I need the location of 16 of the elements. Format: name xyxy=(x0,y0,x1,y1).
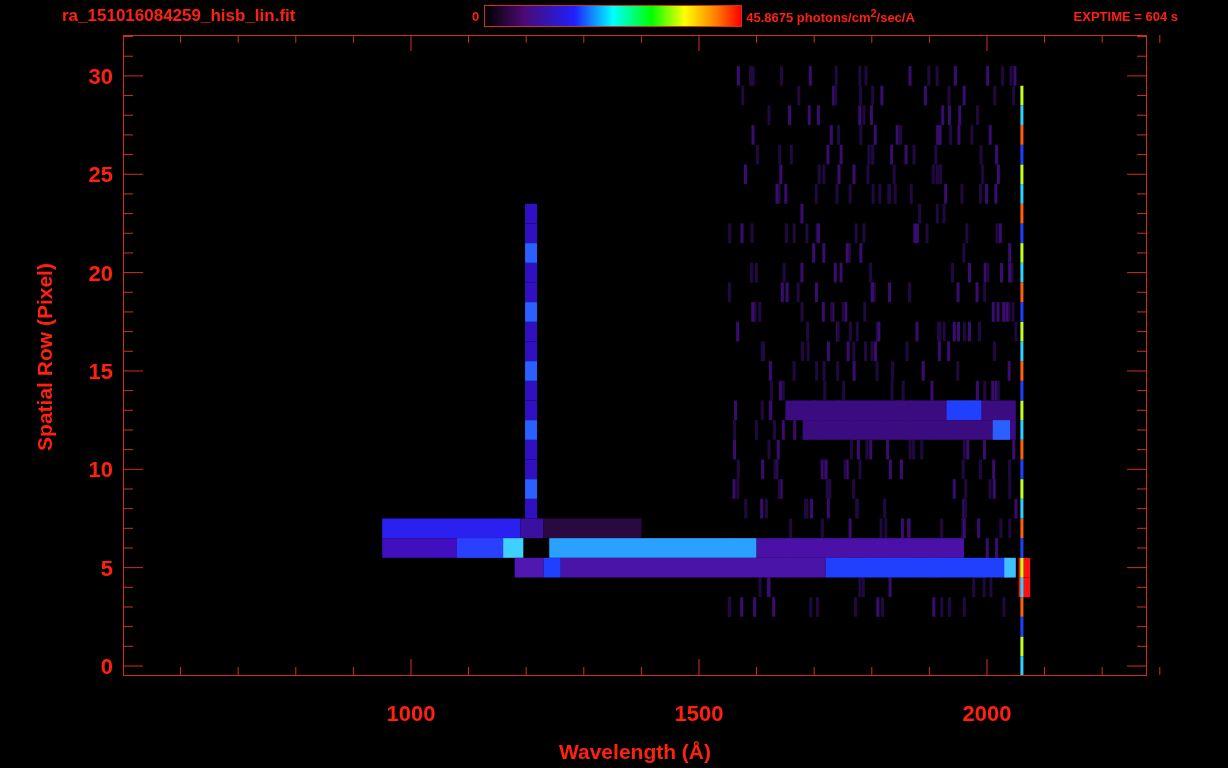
y-tick-label: 0 xyxy=(100,654,113,679)
y-tick-label: 5 xyxy=(100,555,113,581)
x-tick-label: 1000 xyxy=(386,701,436,726)
y-tick-label: 25 xyxy=(88,162,113,188)
file-name: ra_151016084259_hisb_lin.fit xyxy=(62,6,297,26)
scale-min-label: 0 xyxy=(472,8,480,24)
y-tick-label: 10 xyxy=(88,457,113,483)
y-tick-label: 15 xyxy=(88,358,113,384)
exposure-time: EXPTIME = 604 s xyxy=(1073,8,1178,24)
x-tick-label: 1500 xyxy=(674,701,724,726)
x-tick-label: 2000 xyxy=(962,701,1012,726)
scale-max-label: 45.8675 photons/cm$^{2}$/sec/A xyxy=(746,6,915,26)
y-tick-label: 30 xyxy=(88,63,113,89)
x-axis-title: Wavelength (Å) xyxy=(558,740,712,763)
y-tick-label: 20 xyxy=(88,260,113,286)
y-axis-title: Spatial Row (Pixel) xyxy=(33,263,56,451)
